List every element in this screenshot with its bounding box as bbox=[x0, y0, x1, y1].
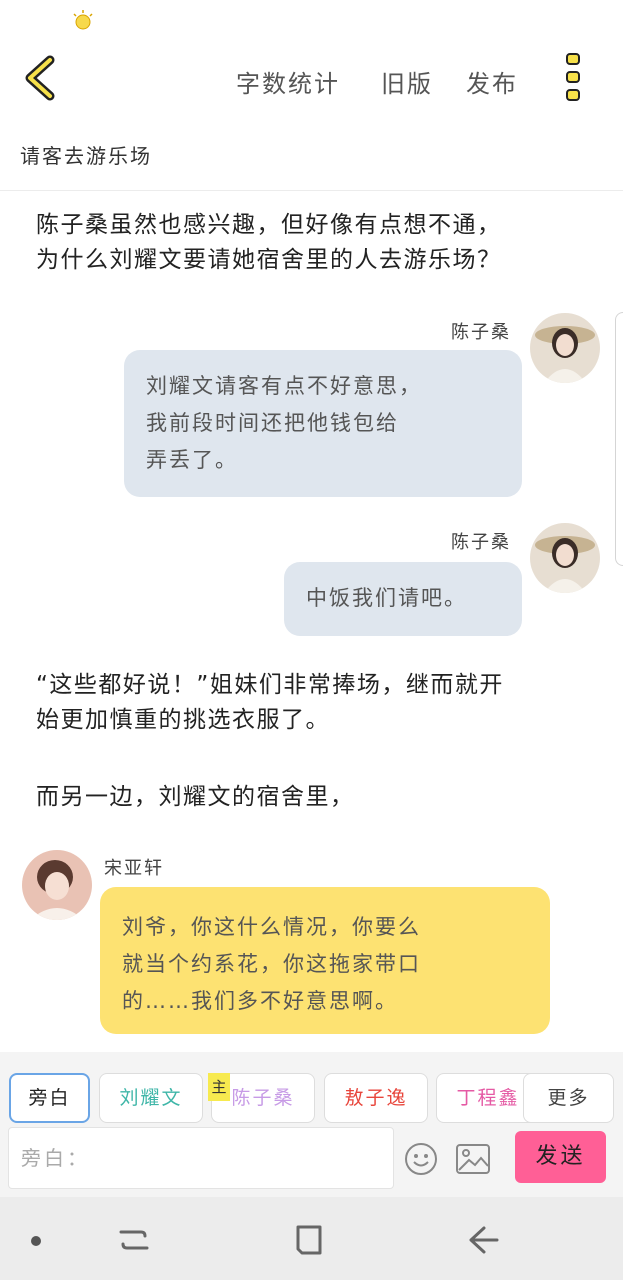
notification-lightbulb-icon bbox=[73, 10, 93, 30]
speaker-name: 宋亚轩 bbox=[104, 858, 164, 879]
character-chip[interactable]: 刘耀文 bbox=[99, 1073, 203, 1123]
publish-button[interactable]: 发布 bbox=[466, 64, 518, 99]
narration-line: 为什么刘耀文要请她宿舍里的人去游乐场？ bbox=[36, 247, 502, 273]
narration-line: “这些都好说！”姐妹们非常捧场，继而就开 bbox=[36, 672, 504, 698]
more-options-icon[interactable] bbox=[558, 52, 588, 104]
narration-block: 陈子桑虽然也感兴趣，但好像有点想不通， 为什么刘耀文要请她宿舍里的人去游乐场？ bbox=[36, 208, 596, 278]
image-icon[interactable] bbox=[455, 1142, 491, 1176]
chat-bubble: 中饭我们请吧。 bbox=[284, 562, 522, 636]
avatar-song-yaxuan[interactable] bbox=[22, 850, 92, 920]
narration-line: 始更加慎重的挑选衣服了。 bbox=[36, 707, 330, 733]
header-divider bbox=[0, 190, 623, 191]
chat-line: 我前段时间还把他钱包给 bbox=[146, 411, 399, 435]
message-input[interactable] bbox=[8, 1127, 394, 1189]
word-count-button[interactable]: 字数统计 bbox=[236, 64, 340, 99]
chat-line: 中饭我们请吧。 bbox=[306, 586, 467, 610]
speaker-name: 陈子桑 bbox=[451, 322, 511, 343]
chat-line: 刘爷，你这什么情况，你要么 bbox=[122, 915, 421, 939]
scrollbar-handle[interactable] bbox=[615, 312, 623, 566]
recent-apps-icon[interactable] bbox=[117, 1222, 151, 1258]
message-input-field[interactable] bbox=[9, 1128, 393, 1188]
back-nav-icon[interactable] bbox=[466, 1222, 500, 1258]
character-chip-narrator[interactable]: 旁白 bbox=[9, 1073, 90, 1123]
main-character-tag: 主 bbox=[208, 1073, 230, 1101]
chat-line: 弄丢了。 bbox=[146, 448, 238, 472]
narration-block: “这些都好说！”姐妹们非常捧场，继而就开 始更加慎重的挑选衣服了。 bbox=[36, 668, 596, 738]
chat-line: 刘耀文请客有点不好意思， bbox=[146, 374, 422, 398]
back-arrow-icon[interactable] bbox=[22, 54, 62, 102]
chat-line: 就当个约系花，你这拖家带口 bbox=[122, 952, 421, 976]
chat-bubble: 刘耀文请客有点不好意思， 我前段时间还把他钱包给 弄丢了。 bbox=[124, 350, 522, 497]
avatar-chen-zisang[interactable] bbox=[530, 523, 600, 593]
nav-dot-icon[interactable] bbox=[31, 1236, 41, 1246]
character-chip[interactable]: 敖子逸 bbox=[324, 1073, 428, 1123]
narration-line: 而另一边，刘耀文的宿舍里， bbox=[36, 784, 355, 810]
chapter-title: 请客去游乐场 bbox=[20, 144, 152, 168]
send-button[interactable]: 发送 bbox=[515, 1131, 606, 1183]
more-characters-button[interactable]: 更多 bbox=[523, 1073, 614, 1123]
speaker-name: 陈子桑 bbox=[451, 532, 511, 553]
home-icon[interactable] bbox=[292, 1222, 326, 1258]
old-version-button[interactable]: 旧版 bbox=[381, 64, 433, 99]
narration-line: 陈子桑虽然也感兴趣，但好像有点想不通， bbox=[36, 212, 502, 238]
chat-bubble: 刘爷，你这什么情况，你要么 就当个约系花，你这拖家带口 的……我们多不好意思啊。 bbox=[100, 887, 550, 1034]
emoji-icon[interactable] bbox=[404, 1142, 438, 1176]
chat-line: 的……我们多不好意思啊。 bbox=[122, 989, 398, 1013]
avatar-chen-zisang[interactable] bbox=[530, 313, 600, 383]
